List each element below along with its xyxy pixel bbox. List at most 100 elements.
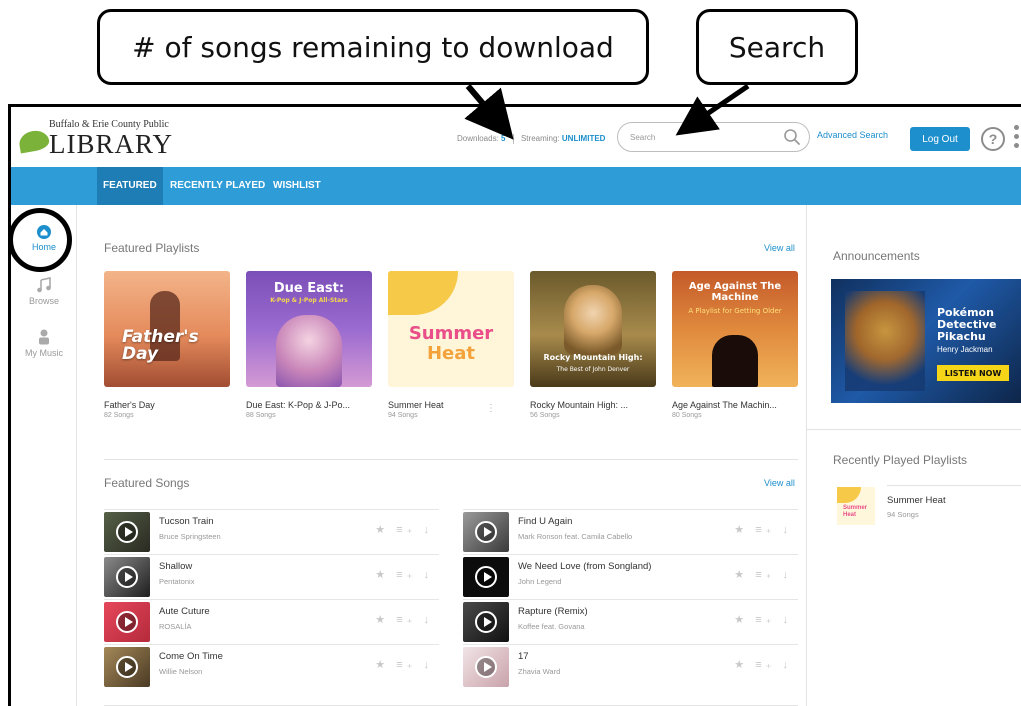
song-thumbnail[interactable] (104, 602, 150, 642)
song-thumbnail[interactable] (463, 602, 509, 642)
song-actions[interactable]: ★ ≡₊ ↓ (375, 568, 433, 581)
songs-view-all-link[interactable]: View all (764, 478, 795, 488)
section-divider (807, 429, 1021, 430)
playlist-card-rocky-mountain-high[interactable]: Rocky Mountain High: The Best of John De… (530, 271, 656, 419)
song-title[interactable]: We Need Love (from Songland) (518, 561, 651, 572)
song-artist[interactable]: Bruce Springsteen (159, 532, 221, 541)
playlist-art[interactable]: Summer Heat (388, 271, 514, 387)
song-actions[interactable]: ★ ≡₊ ↓ (734, 613, 792, 626)
song-actions[interactable]: ★ ≡₊ ↓ (375, 523, 433, 536)
play-icon[interactable] (475, 521, 497, 543)
play-icon[interactable] (116, 566, 138, 588)
playlist-name[interactable]: Age Against The Machin... (672, 400, 798, 410)
main-content: Featured Playlists View all Father's Day… (78, 205, 805, 706)
playlist-art[interactable]: Due East: K-Pop & J-Pop All-Stars (246, 271, 372, 387)
song-artist[interactable]: Mark Ronson feat. Camila Cabello (518, 532, 632, 541)
song-title[interactable]: Shallow (159, 561, 192, 572)
song-artist[interactable]: Willie Nelson (159, 667, 202, 676)
help-icon[interactable]: ? (981, 127, 1005, 151)
featured-playlists-heading: Featured Playlists (104, 241, 200, 255)
playlist-card-age-against-the-machine[interactable]: Age Against The Machine A Playlist for G… (672, 271, 798, 419)
playlist-art-title-line2: Heat (426, 343, 476, 364)
song-row[interactable]: Tucson Train Bruce Springsteen ★ ≡₊ ↓ (104, 509, 439, 554)
playlist-name[interactable]: Rocky Mountain High: ... (530, 400, 656, 410)
song-artist[interactable]: John Legend (518, 577, 561, 586)
song-actions[interactable]: ★ ≡₊ ↓ (734, 568, 792, 581)
playlist-name[interactable]: Father's Day (104, 400, 230, 410)
song-artist[interactable]: Pentatonix (159, 577, 194, 586)
song-thumbnail[interactable] (463, 557, 509, 597)
play-icon[interactable] (475, 611, 497, 633)
rail-item-my-music[interactable]: My Music (11, 329, 77, 358)
banner-artwork (845, 291, 925, 391)
downloads-callout: # of songs remaining to download (97, 9, 649, 85)
song-row[interactable]: We Need Love (from Songland) John Legend… (463, 554, 798, 599)
home-highlight-circle (8, 208, 72, 272)
featured-songs-heading: Featured Songs (104, 476, 190, 490)
song-title[interactable]: Aute Cuture (159, 606, 210, 617)
search-box[interactable] (617, 122, 810, 152)
song-actions[interactable]: ★ ≡₊ ↓ (375, 613, 433, 626)
song-actions[interactable]: ★ ≡₊ ↓ (734, 658, 792, 671)
song-title[interactable]: Find U Again (518, 516, 572, 527)
song-thumbnail[interactable] (463, 512, 509, 552)
song-thumbnail[interactable] (104, 557, 150, 597)
playlist-name[interactable]: Due East: K-Pop & J-Po... (246, 400, 372, 410)
song-artist[interactable]: Koffee feat. Govana (518, 622, 585, 631)
song-row[interactable]: 17 Zhavia Ward ★ ≡₊ ↓ (463, 644, 798, 689)
recent-playlist-name[interactable]: Summer Heat (887, 495, 946, 506)
song-actions[interactable]: ★ ≡₊ ↓ (375, 658, 433, 671)
announcement-banner[interactable]: Pokémon Detective Pikachu Henry Jackman … (831, 279, 1021, 403)
tab-recently-played[interactable]: RECENTLY PLAYED (164, 167, 271, 205)
song-title[interactable]: Come On Time (159, 651, 223, 662)
playlist-art[interactable]: Age Against The Machine A Playlist for G… (672, 271, 798, 387)
playlist-art[interactable]: Rocky Mountain High: The Best of John De… (530, 271, 656, 387)
recent-playlist-thumbnail[interactable]: Summer Heat (837, 487, 875, 525)
song-row[interactable]: Come On Time Willie Nelson ★ ≡₊ ↓ (104, 644, 439, 689)
playlist-song-count: 80 Songs (672, 412, 702, 419)
logout-button[interactable]: Log Out (910, 127, 970, 151)
play-icon[interactable] (475, 566, 497, 588)
sun-graphic (837, 487, 861, 503)
search-input[interactable] (630, 129, 780, 145)
listen-now-button[interactable]: LISTEN NOW (937, 365, 1009, 381)
song-row[interactable]: Rapture (Remix) Koffee feat. Govana ★ ≡₊… (463, 599, 798, 644)
playlist-card-summer-heat[interactable]: Summer Heat Summer Heat 94 Songs ⋮ (388, 271, 514, 419)
song-thumbnail[interactable] (463, 647, 509, 687)
playlist-song-count: 56 Songs (530, 412, 560, 419)
play-icon[interactable] (116, 611, 138, 633)
play-icon[interactable] (116, 656, 138, 678)
playlist-art-subtitle: A Playlist for Getting Older (688, 307, 782, 315)
playlist-art-title: Due East: (273, 281, 345, 296)
playlists-view-all-link[interactable]: View all (764, 243, 795, 253)
play-icon[interactable] (475, 656, 497, 678)
song-artist[interactable]: ROSALÍA (159, 622, 192, 631)
song-actions[interactable]: ★ ≡₊ ↓ (734, 523, 792, 536)
person-icon (39, 329, 49, 345)
playlist-card-due-east[interactable]: Due East: K-Pop & J-Pop All-Stars Due Ea… (246, 271, 372, 419)
song-thumbnail[interactable] (104, 512, 150, 552)
more-options-icon[interactable]: ⋮ (486, 403, 496, 414)
rail-item-browse[interactable]: Browse (11, 277, 77, 306)
advanced-search-link[interactable]: Advanced Search (817, 130, 888, 140)
song-thumbnail[interactable] (104, 647, 150, 687)
search-icon[interactable] (783, 128, 801, 146)
song-row[interactable]: Find U Again Mark Ronson feat. Camila Ca… (463, 509, 798, 554)
song-title[interactable]: Rapture (Remix) (518, 606, 588, 617)
more-options-icon[interactable] (1014, 125, 1020, 153)
library-logo[interactable]: Buffalo & Erie County Public LIBRARY (17, 119, 189, 163)
song-row[interactable]: Aute Cuture ROSALÍA ★ ≡₊ ↓ (104, 599, 439, 644)
song-title[interactable]: Tucson Train (159, 516, 214, 527)
play-icon[interactable] (116, 521, 138, 543)
tab-featured[interactable]: FEATURED (97, 167, 163, 205)
song-row[interactable]: Shallow Pentatonix ★ ≡₊ ↓ (104, 554, 439, 599)
playlist-art[interactable]: Father's Day (104, 271, 230, 387)
side-rail: Home Browse My Music (11, 205, 77, 706)
tab-wishlist[interactable]: WISHLIST (267, 167, 327, 205)
playlist-card-fathers-day[interactable]: Father's Day Father's Day 82 Songs (104, 271, 230, 419)
section-divider (104, 459, 798, 460)
rail-browse-label: Browse (28, 296, 59, 306)
streaming-label: Streaming: (520, 134, 560, 144)
song-title[interactable]: 17 (518, 651, 529, 662)
song-artist[interactable]: Zhavia Ward (518, 667, 560, 676)
